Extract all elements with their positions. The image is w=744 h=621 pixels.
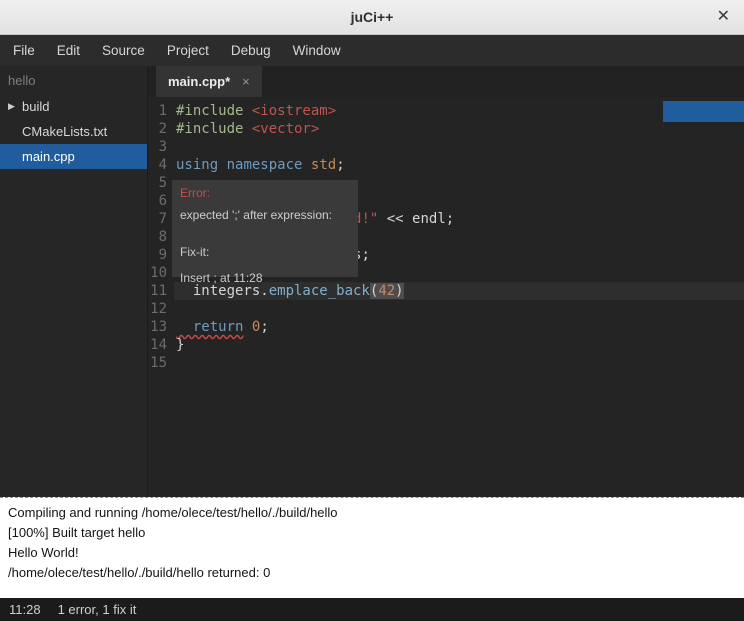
menu-project[interactable]: Project [156, 35, 220, 66]
tab-main-cpp[interactable]: main.cpp* × [156, 66, 262, 97]
tooltip-error-text: expected ';' after expression: [180, 206, 350, 224]
line-number: 3 [148, 138, 167, 156]
line-number: 10 [148, 264, 167, 282]
tooltip-fixit-label: Fix-it: [180, 243, 350, 261]
line-number: 15 [148, 354, 167, 372]
expander-icon[interactable]: ▶ [8, 101, 15, 112]
code-line[interactable]: } [174, 336, 744, 354]
code-token [243, 319, 251, 335]
line-number: 11 [148, 282, 167, 300]
code-line[interactable] [174, 138, 744, 156]
code-token: <vector> [252, 121, 319, 137]
code-token [218, 157, 226, 173]
code-line[interactable]: #include <vector> [174, 120, 744, 138]
output-line: Hello World! [8, 543, 736, 563]
code-token [302, 157, 310, 173]
menu-window[interactable]: Window [282, 35, 352, 66]
tab-close-icon[interactable]: × [242, 74, 250, 89]
window-close-icon[interactable]: ✕ [717, 7, 730, 27]
code-token: return [176, 319, 243, 335]
code-editor[interactable]: 123456789101112131415 #include <iostream… [148, 97, 744, 497]
output-line: [100%] Built target hello [8, 523, 736, 543]
menu-edit[interactable]: Edit [46, 35, 91, 66]
tooltip-fixit-text: Insert ; at 11:28 [180, 269, 350, 287]
code-token: } [176, 337, 184, 353]
line-number: 1 [148, 102, 167, 120]
code-token: ) [395, 283, 403, 299]
code-token: using [176, 157, 218, 173]
code-token: namespace [227, 157, 303, 173]
menu-source[interactable]: Source [91, 35, 156, 66]
line-number: 5 [148, 174, 167, 192]
code-line[interactable] [174, 300, 744, 318]
code-area[interactable]: #include <iostream>#include <vector> usin… [174, 102, 744, 497]
window-title: juCi++ [351, 9, 394, 25]
code-line[interactable]: #include <iostream> [174, 102, 744, 120]
diagnostic-tooltip: Error: expected ';' after expression: Fi… [172, 180, 358, 277]
menu-file[interactable]: File [2, 35, 46, 66]
editor-pane: main.cpp* × 123456789101112131415 #inclu… [148, 66, 744, 497]
code-line[interactable]: using namespace std; [174, 156, 744, 174]
code-token: ; [336, 157, 344, 173]
code-token: std [311, 157, 336, 173]
tree-item-main-cpp[interactable]: main.cpp [0, 144, 147, 169]
line-number: 14 [148, 336, 167, 354]
output-line: /home/olece/test/hello/./build/hello ret… [8, 563, 736, 583]
line-number: 9 [148, 246, 167, 264]
tree-item-cmakelists[interactable]: CMakeLists.txt [0, 119, 147, 144]
code-token: <iostream> [252, 103, 336, 119]
file-tree-panel: hello ▶ build CMakeLists.txt main.cpp [0, 66, 148, 497]
line-number: 2 [148, 120, 167, 138]
tab-label: main.cpp* [168, 74, 230, 89]
line-number: 12 [148, 300, 167, 318]
output-panel: Compiling and running /home/olece/test/h… [0, 497, 744, 598]
code-line[interactable] [174, 354, 744, 372]
tab-bar: main.cpp* × [148, 66, 744, 97]
tree-item-label: main.cpp [22, 149, 75, 164]
line-number-gutter: 123456789101112131415 [148, 102, 174, 497]
cursor-position: 11:28 [9, 602, 41, 617]
project-name: hello [0, 66, 147, 94]
tooltip-error-label: Error: [180, 184, 350, 202]
code-token: #include [176, 103, 252, 119]
diagnostic-summary: 1 error, 1 fix it [58, 602, 137, 617]
tree-item-build[interactable]: ▶ build [0, 94, 147, 119]
line-number: 13 [148, 318, 167, 336]
app-window: juCi++ ✕ File Edit Source Project Debug … [0, 0, 744, 621]
line-number: 7 [148, 210, 167, 228]
code-token: 42 [378, 283, 395, 299]
code-token: ; [260, 319, 268, 335]
output-line: Compiling and running /home/olece/test/h… [8, 503, 736, 523]
code-token: #include [176, 121, 252, 137]
menu-debug[interactable]: Debug [220, 35, 282, 66]
status-bar: 11:28 1 error, 1 fix it [0, 598, 744, 621]
titlebar: juCi++ ✕ [0, 0, 744, 35]
line-number: 6 [148, 192, 167, 210]
scroll-map-viewport[interactable] [663, 101, 744, 122]
code-line[interactable]: return 0; [174, 318, 744, 336]
tree-item-label: CMakeLists.txt [22, 124, 107, 139]
content-area: hello ▶ build CMakeLists.txt main.cpp ma… [0, 66, 744, 497]
line-number: 8 [148, 228, 167, 246]
tree-item-label: build [22, 99, 49, 114]
line-number: 4 [148, 156, 167, 174]
code-token: << endl; [378, 211, 454, 227]
menubar: File Edit Source Project Debug Window [0, 35, 744, 66]
